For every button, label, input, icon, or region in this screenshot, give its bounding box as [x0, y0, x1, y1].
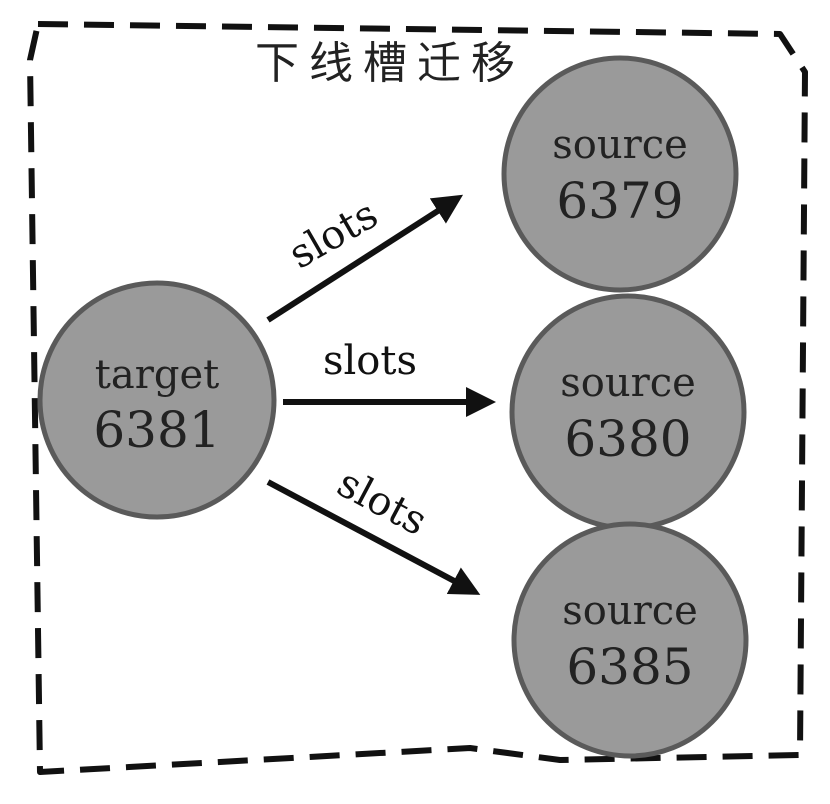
edge-middle: slots	[283, 338, 496, 417]
node-label: source	[562, 588, 698, 634]
node-source-6385: source 6385	[511, 521, 749, 759]
edge-bottom: slots	[266, 460, 481, 595]
diagram-title: 下线槽迁移	[255, 38, 525, 89]
node-source-6379: source 6379	[501, 55, 739, 293]
edge-label-top: slots	[281, 191, 385, 278]
node-label: target	[95, 352, 219, 398]
slot-migration-diagram: 下线槽迁移 slots slots slots target 6381 sour…	[27, 21, 808, 775]
node-port: 6380	[564, 410, 691, 468]
node-circle	[37, 280, 277, 520]
node-port: 6379	[556, 172, 683, 230]
node-port: 6385	[566, 638, 693, 696]
node-label: source	[552, 122, 688, 168]
node-port: 6381	[93, 401, 220, 459]
diagram-page: 下线槽迁移 slots slots slots target 6381 sour…	[0, 0, 830, 804]
node-target-6381: target 6381	[37, 280, 277, 520]
edge-label-bottom: slots	[330, 460, 435, 545]
edge-top: slots	[266, 191, 464, 323]
node-source-6380: source 6380	[509, 293, 747, 531]
edge-label-middle: slots	[323, 338, 417, 384]
node-label: source	[560, 360, 696, 406]
